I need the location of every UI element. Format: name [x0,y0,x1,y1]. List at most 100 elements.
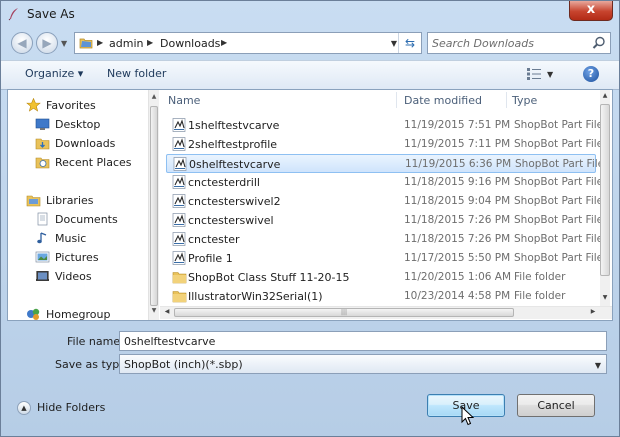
file-row[interactable]: cnctesterswivel 11/18/2015 7:26 PM ShopBot… [166,211,603,230]
recent-locations-dropdown[interactable]: ▼ [61,39,67,48]
nav-recent-places-label: Recent Places [55,156,132,169]
browser-pane: Favorites Desktop Downloads Recent Place… [7,89,613,321]
file-row[interactable]: cnctesterdrill 11/18/2015 9:16 PM ShopBot … [166,173,603,192]
file-row[interactable]: Profile 1 11/17/2015 5:50 PM ShopBot Part … [166,249,603,268]
nav-music-label: Music [55,232,87,245]
scroll-up-icon[interactable]: ▲ [150,93,158,103]
command-toolbar: Organize ▾ New folder ▼ ? [1,60,619,90]
nav-libraries-label: Libraries [46,194,94,207]
file-name: 2shelftestprofile [188,138,278,151]
file-name: 1shelftestvcarve [188,119,280,132]
breadcrumb-separator-icon[interactable]: ▶ [221,38,227,47]
file-date: 11/18/2015 9:16 PM [404,176,511,188]
breadcrumb-admin[interactable]: admin [109,37,143,50]
chevron-up-icon: ▲ [17,401,31,415]
file-type: ShopBot Part File [514,252,604,264]
file-name-label: File name: [67,335,124,348]
file-name: ShopBot Class Stuff 11-20-15 [188,271,350,284]
nav-pictures-label: Pictures [55,251,99,264]
column-header-name[interactable]: Name [168,90,200,110]
navigation-pane: Favorites Desktop Downloads Recent Place… [8,90,148,320]
cancel-button[interactable]: Cancel [517,394,595,417]
refresh-button[interactable]: ⇆ [398,33,421,53]
file-date: 11/18/2015 7:26 PM [404,214,511,226]
file-type: File folder [514,290,566,302]
music-note-icon [37,232,47,244]
file-row[interactable]: cnctester 11/18/2015 7:26 PM ShopBot Part … [166,230,603,249]
shopbot-file-icon [172,137,187,151]
file-row[interactable]: IllustratorWin32Serial(1) 10/23/2014 4:58… [166,287,596,306]
back-button[interactable]: ◀ [11,32,33,54]
file-list-vertical-scrollbar[interactable]: ▲ ▼ [600,90,610,306]
search-icon[interactable] [592,36,606,50]
address-history-dropdown[interactable]: ▼ [391,39,397,48]
column-header-type[interactable]: Type [512,90,537,110]
save-as-type-select[interactable]: ShopBot (inch)(*.sbp) ▼ [119,354,607,374]
nav-homegroup-label: Homegroup [46,308,111,320]
organize-button[interactable]: Organize ▾ [25,67,83,80]
downloads-folder-icon [35,138,50,150]
search-box[interactable] [427,32,611,54]
file-type: File folder [514,271,566,283]
file-row[interactable]: cnctesterswivel2 11/18/2015 9:04 PM ShopBo… [166,192,603,211]
mouse-pointer-icon [461,406,475,426]
nav-documents-label: Documents [55,213,118,226]
shopbot-file-icon [172,118,187,132]
file-date: 11/18/2015 7:26 PM [404,233,511,245]
file-type: ShopBot Part File [514,195,604,207]
scroll-thumb[interactable]: ||| [174,308,514,317]
breadcrumb-separator-icon[interactable]: ▶ [147,38,153,47]
nav-favorites-label: Favorites [46,99,96,112]
scroll-left-icon[interactable]: ◀ [162,308,172,318]
column-header-date[interactable]: Date modified [404,90,482,110]
scroll-up-icon[interactable]: ▲ [601,92,609,102]
breadcrumb-separator-icon[interactable]: ▶ [97,38,103,47]
file-type: ShopBot Part File [514,214,604,226]
file-date: 10/23/2014 4:58 PM [404,290,511,302]
file-row[interactable]: ShopBot Class Stuff 11-20-15 11/20/2015 1… [166,268,596,287]
hide-folders-label: Hide Folders [37,401,106,414]
libraries-icon [26,195,41,207]
file-row[interactable]: 0shelftestvcarve 11/19/2015 6:36 PM ShopBo… [166,154,604,173]
scroll-thumb[interactable] [600,104,610,276]
forward-button[interactable]: ▶ [36,32,58,54]
view-options-icon[interactable] [527,68,541,80]
help-icon[interactable]: ? [583,66,599,82]
close-button[interactable]: x [569,1,613,21]
file-type: ShopBot Part File [514,176,604,188]
search-input[interactable] [432,35,582,51]
scroll-right-icon[interactable]: ▶ [588,308,598,318]
desktop-icon [35,118,50,130]
file-type: ShopBot Part File [514,233,604,245]
file-name-field[interactable] [119,331,607,351]
file-date: 11/17/2015 5:50 PM [404,252,511,264]
star-icon [26,98,41,112]
file-row[interactable]: 2shelftestprofile 11/19/2015 7:11 PM ShopB… [166,135,603,154]
file-date: 11/20/2015 1:06 AM [404,271,512,283]
scroll-thumb[interactable] [150,106,158,306]
column-divider[interactable] [506,92,507,108]
nav-downloads-label: Downloads [55,137,116,150]
file-name: Profile 1 [188,252,233,265]
navigation-pane-scrollbar[interactable]: ▲ ▼ [148,90,159,320]
file-name: cnctesterswivel [188,214,274,227]
folder-icon [172,270,187,284]
file-list-horizontal-scrollbar[interactable]: ◀ ||| ▶ [160,306,612,319]
save-as-type-value: ShopBot (inch)(*.sbp) [124,358,243,371]
title-bar[interactable]: Save As x [1,1,619,29]
address-bar[interactable]: ▶ admin ▶ Downloads ▶ ▼ ⇆ [74,32,422,54]
new-folder-button[interactable]: New folder [107,67,166,80]
shopbot-file-icon [172,194,187,208]
file-type: ShopBot Part File [515,158,605,170]
view-dropdown-icon[interactable]: ▼ [547,70,553,79]
file-row[interactable]: 1shelftestvcarve 11/19/2015 7:51 PM ShopBo… [166,116,603,135]
chevron-down-icon: ▼ [594,361,601,370]
navigation-bar: ◀ ▶ ▼ ▶ admin ▶ Downloads ▶ ▼ ⇆ [1,29,619,59]
scroll-down-icon[interactable]: ▼ [601,294,609,304]
scroll-down-icon[interactable]: ▼ [150,307,158,317]
file-name: cnctesterdrill [188,176,260,189]
breadcrumb-downloads[interactable]: Downloads [160,37,220,50]
column-divider[interactable] [396,92,397,108]
refresh-icon: ⇆ [404,36,416,50]
file-date: 11/19/2015 7:11 PM [404,138,511,150]
